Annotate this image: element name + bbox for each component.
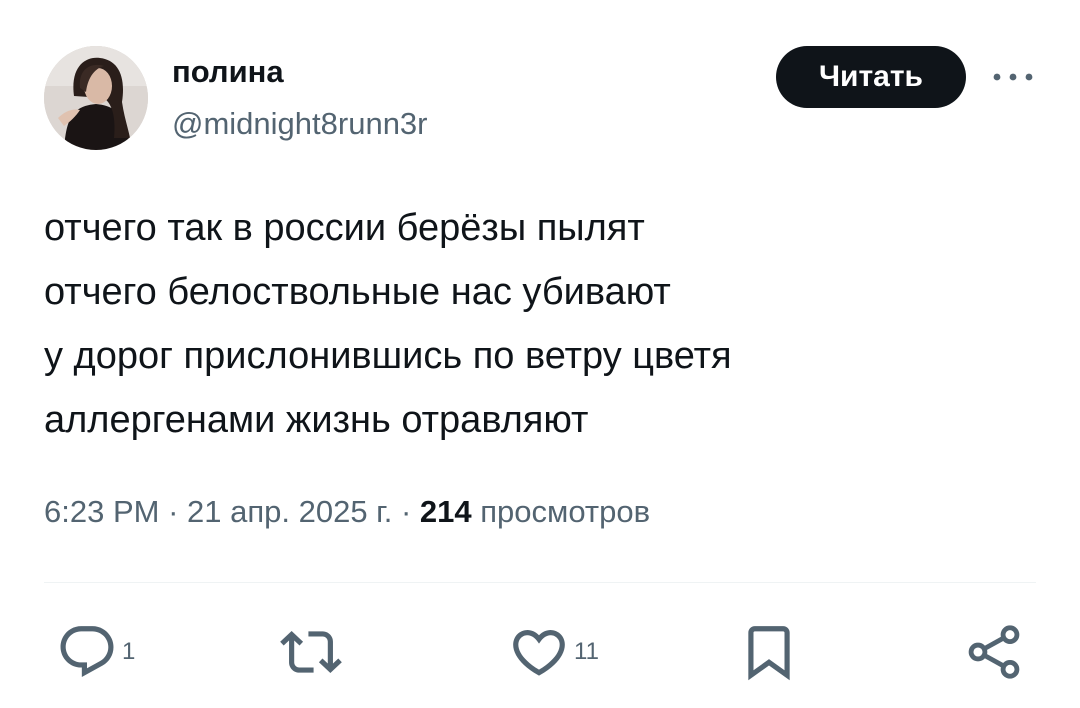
- more-dots-icon: [993, 73, 1033, 81]
- meta-separator: ·: [400, 494, 420, 529]
- author-name[interactable]: полина: [172, 52, 284, 92]
- like-count: 11: [574, 638, 599, 665]
- retweet-button[interactable]: [280, 612, 342, 692]
- tweet-line: отчего белоствольные нас убивают: [44, 271, 671, 313]
- reply-icon: [60, 626, 114, 678]
- heart-icon: [513, 630, 565, 676]
- avatar[interactable]: [44, 46, 148, 150]
- divider: [44, 582, 1036, 583]
- tweet-meta: 6:23 PM · 21 апр. 2025 г. · 214 просмотр…: [44, 490, 650, 534]
- share-icon: [968, 625, 1020, 679]
- tweet-date[interactable]: 21 апр. 2025 г.: [187, 494, 392, 529]
- tweet: полина @midnight8runn3r Читать отчего та…: [0, 0, 1080, 708]
- share-button[interactable]: [962, 612, 1026, 692]
- reply-button[interactable]: 1: [56, 612, 135, 692]
- reply-count: 1: [122, 638, 136, 665]
- follow-button[interactable]: Читать: [776, 46, 966, 108]
- bookmark-icon: [748, 626, 790, 681]
- author-handle[interactable]: @midnight8runn3r: [172, 104, 428, 144]
- like-button[interactable]: 11: [508, 612, 599, 692]
- tweet-line: аллергенами жизнь отравляют: [44, 399, 589, 441]
- more-options-button[interactable]: [988, 62, 1038, 92]
- tweet-text: отчего так в россии берёзы пылят отчего …: [44, 196, 1044, 452]
- views-count: 214: [419, 494, 472, 529]
- views-label: просмотров: [480, 494, 651, 529]
- tweet-line: у дорог прислонившись по ветру цветя: [44, 335, 732, 377]
- retweet-icon: [280, 631, 342, 673]
- tweet-line: отчего так в россии берёзы пылят: [44, 207, 645, 249]
- bookmark-button[interactable]: [738, 612, 800, 692]
- tweet-time[interactable]: 6:23 PM: [44, 494, 159, 529]
- meta-separator: ·: [168, 494, 188, 529]
